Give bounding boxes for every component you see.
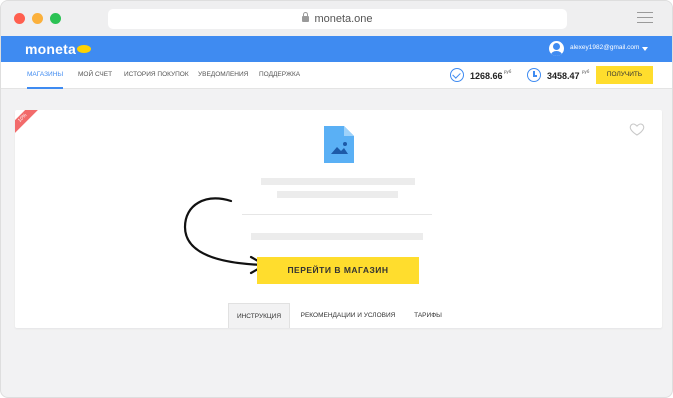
app-header: moneta alexey1982@gmail.com: [1, 36, 672, 62]
logo[interactable]: moneta: [25, 41, 76, 57]
tab-tariffs[interactable]: ТАРИФЫ: [406, 303, 450, 328]
image-file-icon: [324, 126, 354, 163]
maximize-window-button[interactable]: [50, 13, 61, 24]
logo-mark-icon: [77, 45, 91, 53]
nav-item-support[interactable]: ПОДДЕРЖКА: [259, 71, 300, 78]
confirmed-balance: 1268.66: [470, 71, 503, 81]
shop-card: 10% ПЕРЕЙТИ В МАГАЗИН ИНСТРУКЦИЯ РЕКОМЕН…: [15, 110, 662, 328]
active-nav-indicator: [27, 87, 63, 89]
cashback-ribbon: 10%: [15, 110, 42, 138]
hamburger-menu-icon[interactable]: [637, 12, 653, 26]
placeholder-text-line: [277, 191, 398, 198]
check-circle-icon: [450, 68, 464, 82]
nav-item-my-account[interactable]: МОЙ СЧЕТ: [78, 71, 112, 78]
url-text: moneta.one: [314, 13, 373, 25]
browser-window: moneta.one moneta alexey1982@gmail.com М…: [0, 0, 673, 398]
placeholder-text-line: [251, 233, 423, 240]
lock-icon: [302, 12, 310, 22]
confirmed-balance-currency: руб: [504, 69, 512, 74]
clock-icon: [527, 68, 541, 82]
pending-balance: 3458.47: [547, 71, 580, 81]
address-bar[interactable]: moneta.one: [108, 9, 567, 29]
nav-item-notifications[interactable]: УВЕДОМЛЕНИЯ: [198, 71, 248, 78]
minimize-window-button[interactable]: [32, 13, 43, 24]
tab-recommendations[interactable]: РЕКОМЕНДАЦИИ И УСЛОВИЯ: [298, 303, 398, 328]
nav-item-shops[interactable]: МАГАЗИНЫ: [27, 71, 63, 78]
avatar[interactable]: [549, 41, 564, 56]
user-email[interactable]: alexey1982@gmail.com: [570, 44, 639, 51]
close-window-button[interactable]: [14, 13, 25, 24]
tab-instructions[interactable]: ИНСТРУКЦИЯ: [228, 303, 290, 328]
chevron-down-icon[interactable]: [642, 47, 648, 51]
browser-toolbar: moneta.one: [1, 1, 672, 36]
nav-item-purchase-history[interactable]: ИСТОРИЯ ПОКУПОК: [124, 71, 189, 78]
go-to-shop-button[interactable]: ПЕРЕЙТИ В МАГАЗИН: [257, 257, 419, 284]
heart-icon[interactable]: [629, 121, 645, 137]
main-nav: МАГАЗИНЫ МОЙ СЧЕТ ИСТОРИЯ ПОКУПОК УВЕДОМ…: [1, 62, 672, 89]
placeholder-text-line: [261, 178, 415, 185]
withdraw-button[interactable]: ПОЛУЧИТЬ: [596, 66, 653, 84]
pending-balance-currency: руб: [582, 69, 590, 74]
